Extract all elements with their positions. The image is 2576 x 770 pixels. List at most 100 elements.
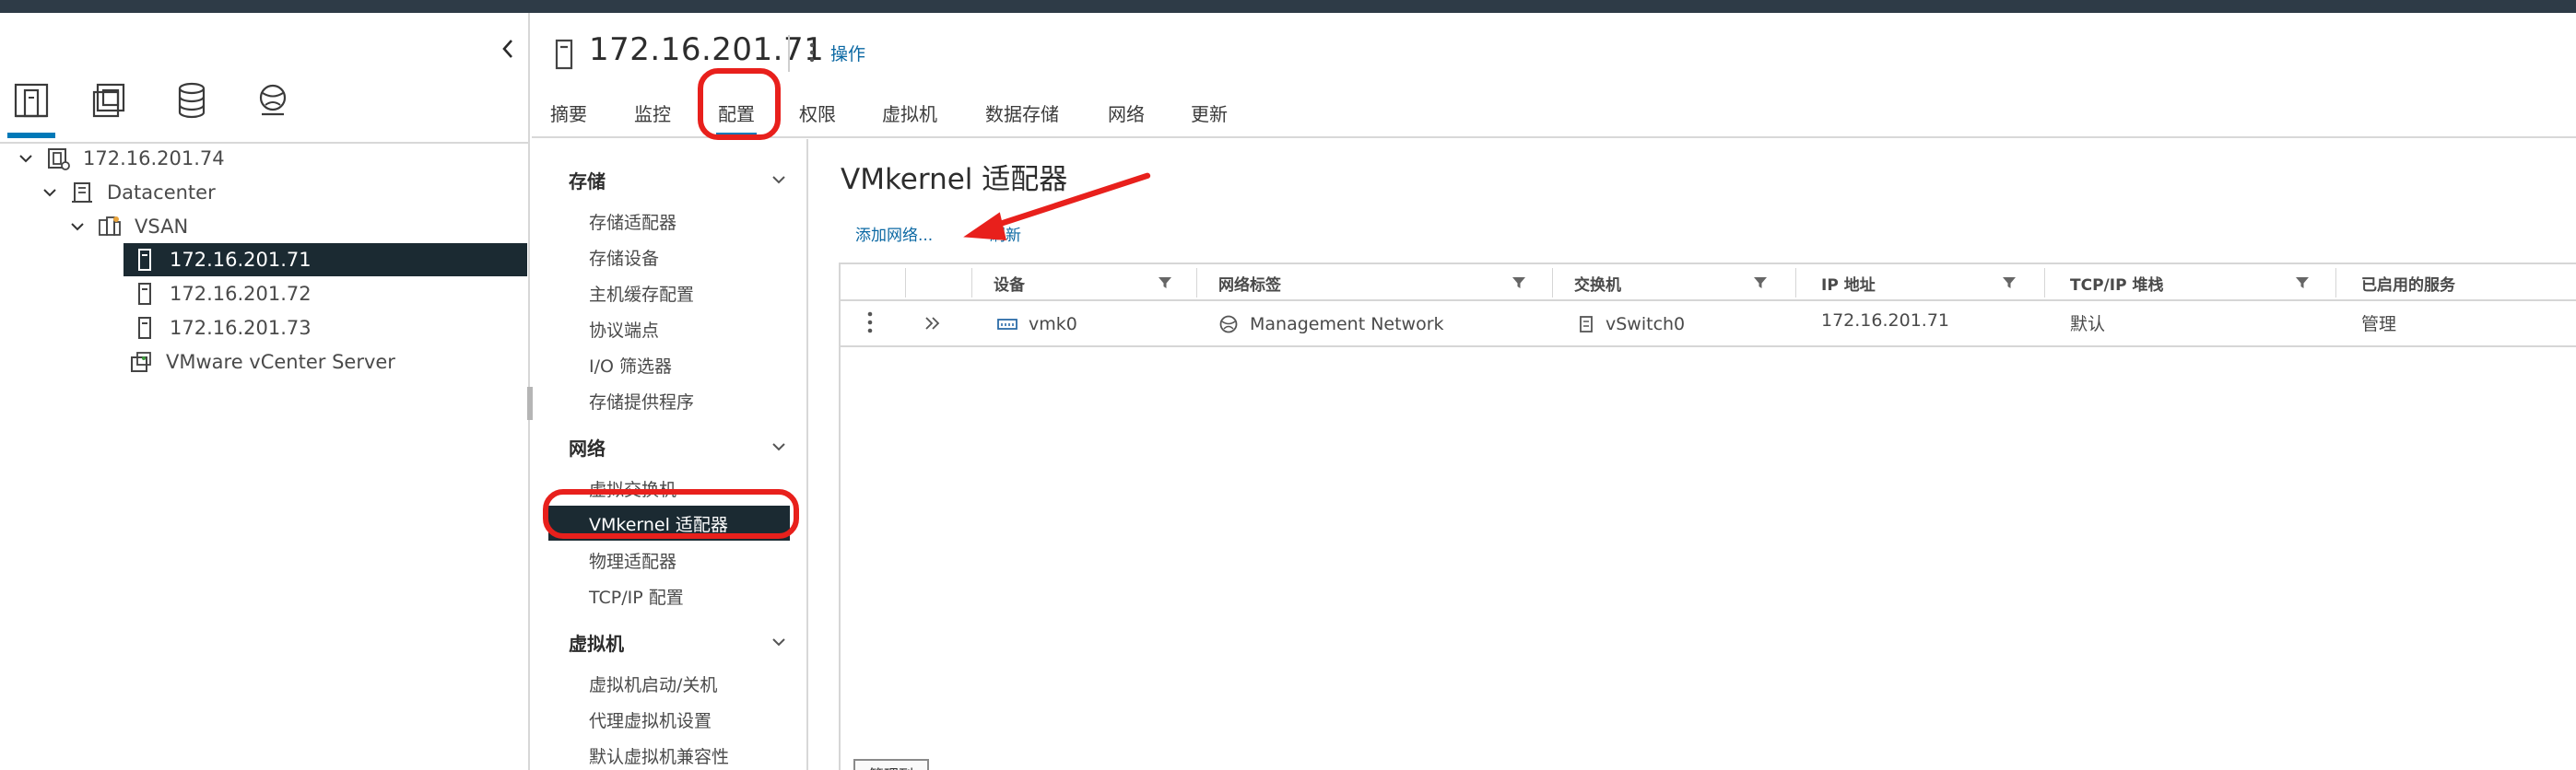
column-header-device[interactable]: 设备 — [994, 272, 1025, 295]
host-icon — [133, 282, 157, 306]
tab-configure[interactable]: 配置 — [716, 99, 757, 137]
submenu-item-physical-adapters[interactable]: 物理适配器 — [589, 548, 676, 573]
cell-network-label: Management Network — [1218, 314, 1444, 334]
column-separator — [971, 268, 972, 298]
tree-item-vcenter-vm[interactable]: VMware vCenter Server — [129, 345, 395, 379]
object-tabs: 摘要 监控 配置 权限 虚拟机 数据存储 网络 更新 — [532, 87, 2576, 138]
collapse-navigator-icon[interactable] — [499, 37, 519, 61]
submenu-item-vm-startup[interactable]: 虚拟机启动/关机 — [589, 671, 717, 696]
tree-item-cluster[interactable]: VSAN — [68, 210, 188, 243]
content-title: VMkernel 适配器 — [841, 163, 1068, 196]
tab-datastores[interactable]: 数据存储 — [985, 99, 1059, 126]
column-separator — [1795, 268, 1796, 298]
column-separator — [1552, 268, 1553, 298]
vms-templates-icon[interactable] — [92, 79, 129, 123]
vmkernel-adapters-grid: 设备 网络标签 交换机 IP 地址 TCP/IP 堆栈 已启用的服务 vmk0 … — [839, 262, 2576, 770]
add-network-link[interactable]: 添加网络... — [855, 222, 933, 245]
submenu-item-tcpip-config[interactable]: TCP/IP 配置 — [589, 584, 684, 609]
column-header-tcpip[interactable]: TCP/IP 堆栈 — [2070, 272, 2163, 295]
submenu-item-agent-vm[interactable]: 代理虚拟机设置 — [589, 707, 712, 732]
cluster-icon — [98, 215, 122, 239]
host-icon — [133, 248, 157, 272]
storage-icon[interactable] — [173, 79, 210, 123]
chevron-down-icon[interactable] — [41, 183, 59, 202]
chevron-down-icon[interactable] — [770, 438, 788, 456]
network-icon — [1219, 315, 1238, 333]
column-header-ip[interactable]: IP 地址 — [1821, 272, 1876, 295]
submenu-item-virtual-switches[interactable]: 虚拟交换机 — [589, 476, 676, 501]
vm-icon — [129, 350, 153, 374]
tab-summary[interactable]: 摘要 — [550, 99, 587, 126]
column-header-services[interactable]: 已启用的服务 — [2361, 272, 2455, 295]
vmkernel-adapters-panel: VMkernel 适配器 添加网络... 刷新 设备 网络标签 交换机 IP 地… — [839, 139, 2576, 770]
column-header-switch[interactable]: 交换机 — [1574, 272, 1621, 295]
chevron-down-icon[interactable] — [770, 633, 788, 651]
table-row[interactable]: vmk0 Management Network vSwitch0 172.16.… — [841, 301, 2576, 347]
column-header-network-label[interactable]: 网络标签 — [1218, 272, 1281, 295]
submenu-item-io-filters[interactable]: I/O 筛选器 — [589, 353, 672, 378]
tree-item-vcenter[interactable]: 172.16.201.74 — [17, 142, 225, 175]
submenu-item-storage-adapters[interactable]: 存储适配器 — [589, 209, 676, 234]
chevron-down-icon[interactable] — [770, 170, 788, 189]
tree-item-datacenter[interactable]: Datacenter — [41, 176, 216, 209]
actions-label: 操作 — [830, 43, 866, 64]
vcenter-icon — [46, 146, 70, 170]
submenu-item-storage-devices[interactable]: 存储设备 — [589, 245, 659, 270]
tab-permissions[interactable]: 权限 — [799, 99, 836, 126]
chevron-down-icon[interactable] — [17, 149, 35, 168]
more-vertical-icon — [809, 42, 815, 63]
cell-device-text: vmk0 — [1029, 314, 1077, 334]
tree-item-host[interactable]: 172.16.201.72 — [133, 277, 312, 310]
tab-networks[interactable]: 网络 — [1108, 99, 1145, 126]
cell-network-label-text[interactable]: Management Network — [1250, 314, 1444, 334]
tab-updates[interactable]: 更新 — [1191, 99, 1228, 126]
column-separator — [1196, 268, 1197, 298]
host-icon — [133, 316, 157, 340]
grid-header: 设备 网络标签 交换机 IP 地址 TCP/IP 堆栈 已启用的服务 — [841, 264, 2576, 301]
tab-monitor[interactable]: 监控 — [634, 99, 671, 126]
filter-icon[interactable] — [1511, 275, 1526, 290]
submenu-item-protocol-endpoints[interactable]: 协议端点 — [589, 317, 659, 342]
submenu-item-vmkernel-adapters[interactable]: VMkernel 适配器 — [548, 506, 790, 541]
main-pane: 172.16.201.71 操作 摘要 监控 配置 权限 虚拟机 数据存储 网络… — [532, 13, 2576, 770]
submenu-section-vms[interactable]: 虚拟机 — [569, 629, 624, 656]
submenu-item-storage-providers[interactable]: 存储提供程序 — [589, 389, 694, 414]
object-header: 172.16.201.71 操作 — [532, 13, 2576, 77]
chevron-down-icon[interactable] — [68, 217, 87, 236]
tree-item-host[interactable]: 172.16.201.73 — [133, 311, 312, 344]
networking-icon[interactable] — [254, 79, 291, 123]
expand-row-icon[interactable] — [923, 314, 953, 332]
filter-icon[interactable] — [1158, 275, 1172, 290]
cell-switch-text[interactable]: vSwitch0 — [1606, 314, 1685, 334]
refresh-link[interactable]: 刷新 — [990, 222, 1021, 245]
column-separator — [2335, 268, 2336, 298]
scrollbar-thumb[interactable] — [806, 146, 808, 406]
tree-item-host-selected[interactable]: 172.16.201.71 — [124, 243, 527, 276]
filter-icon[interactable] — [1753, 275, 1768, 290]
top-header-bar — [0, 0, 2576, 13]
submenu-section-storage[interactable]: 存储 — [569, 167, 606, 193]
row-actions-icon[interactable] — [866, 310, 885, 334]
tree-item-label: 172.16.201.72 — [170, 283, 312, 305]
datacenter-icon — [70, 181, 94, 204]
submenu-item-default-compat[interactable]: 默认虚拟机兼容性 — [589, 743, 729, 768]
cell-device: vmk0 — [997, 314, 1077, 334]
filter-icon[interactable] — [2002, 275, 2017, 290]
hosts-clusters-icon[interactable] — [7, 79, 55, 138]
cell-tcpip: 默认 — [2070, 314, 2106, 334]
cell-switch: vSwitch0 — [1578, 314, 1685, 334]
tree-item-label: 172.16.201.74 — [83, 147, 225, 169]
tree-item-label: 172.16.201.73 — [170, 317, 312, 339]
inventory-navigator: 172.16.201.74 Datacenter VSAN 172.16.201… — [0, 13, 530, 770]
tab-vms[interactable]: 虚拟机 — [882, 99, 937, 126]
tree-item-label: 172.16.201.71 — [170, 249, 312, 271]
host-icon — [554, 39, 574, 70]
submenu-scrollbar[interactable] — [806, 146, 808, 770]
actions-menu-button[interactable]: 操作 — [808, 37, 865, 68]
tree-item-label: VSAN — [135, 216, 189, 238]
tree-item-label: Datacenter — [107, 181, 216, 204]
submenu-section-networking[interactable]: 网络 — [569, 434, 606, 461]
manage-columns-button[interactable]: 管理列 — [853, 759, 929, 770]
submenu-item-host-cache[interactable]: 主机缓存配置 — [589, 281, 694, 306]
filter-icon[interactable] — [2295, 275, 2310, 290]
